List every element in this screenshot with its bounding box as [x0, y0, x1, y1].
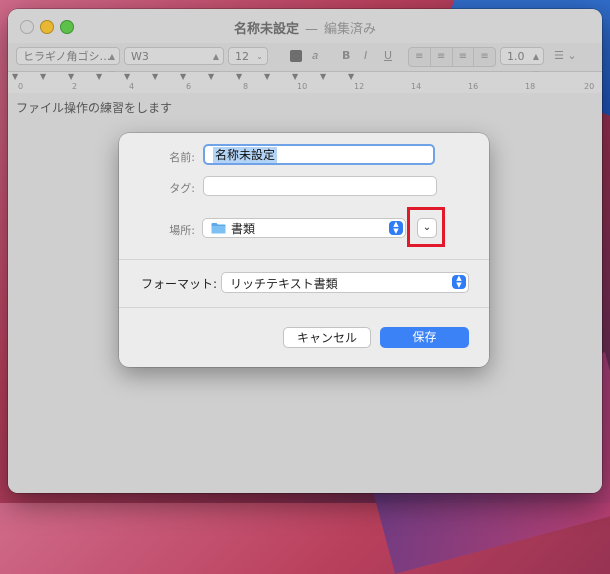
ruler-tab-stop-icon[interactable]: ▼ — [96, 72, 102, 81]
ruler-number: 0 — [18, 82, 24, 91]
divider — [119, 307, 489, 308]
line-spacing-value: 1.0 — [507, 50, 525, 63]
font-size-value: 12 — [235, 50, 249, 63]
bold-button[interactable]: B — [342, 49, 350, 62]
align-justify-icon[interactable]: ≡ — [474, 48, 495, 66]
line-spacing-select[interactable]: 1.0 ▲▼ — [500, 47, 544, 79]
format-value: リッチテキスト書類 — [230, 277, 338, 291]
format-select[interactable]: リッチテキスト書類 ▲ ▼ — [221, 272, 469, 293]
ruler-tab-stop-icon[interactable]: ▼ — [236, 72, 242, 81]
ruler-number: 4 — [129, 82, 135, 91]
ruler-tab-stop-icon[interactable]: ▼ — [180, 72, 186, 81]
ruler-tab-stop-icon[interactable]: ▼ — [320, 72, 326, 81]
align-right-icon[interactable]: ≡ — [453, 48, 475, 66]
save-dialog: 名前: 名称未設定 タグ: 場所: 書類 ▲ ▼ ⌄ フォーマット: リッチテキス… — [119, 133, 489, 367]
ruler-tab-stop-icon[interactable]: ▼ — [40, 72, 46, 81]
ruler-number: 14 — [411, 82, 422, 91]
font-style-value: W3 — [131, 50, 149, 63]
ruler-tab-stop-icon[interactable]: ▼ — [124, 72, 130, 81]
format-label: フォーマット: — [141, 277, 218, 291]
name-input-value: 名称未設定 — [213, 147, 278, 163]
expand-dialog-button[interactable]: ⌄ — [417, 218, 437, 238]
document-name: 名称未設定 — [233, 22, 299, 37]
document-text: ファイル操作の練習をします — [16, 101, 173, 115]
tags-label: タグ: — [169, 182, 195, 195]
font-size-select[interactable]: 12 ⌄ — [228, 47, 268, 65]
cancel-button[interactable]: キャンセル — [283, 327, 371, 348]
ruler-number: 16 — [468, 82, 479, 91]
ruler-number: 10 — [297, 82, 308, 91]
text-color-swatch[interactable] — [290, 50, 302, 62]
title-bar: 名称未設定 — 編集済み — [8, 9, 602, 43]
window-title: 名称未設定 — 編集済み — [8, 18, 602, 37]
chevron-down-icon: ⌄ — [422, 222, 432, 233]
ruler-tab-stop-icon[interactable]: ▼ — [152, 72, 158, 81]
updown-icon: ▲▼ — [452, 275, 466, 289]
location-value: 書類 — [231, 222, 256, 236]
tags-input[interactable] — [203, 176, 437, 196]
highlight-color-icon[interactable]: 𝑎 — [312, 49, 318, 63]
ruler-tab-stop-icon[interactable]: ▼ — [208, 72, 214, 81]
location-label: 場所: — [169, 224, 195, 237]
italic-button[interactable]: I — [364, 49, 367, 62]
folder-icon — [211, 223, 226, 234]
ruler-number: 8 — [243, 82, 249, 91]
ruler-tab-stop-icon[interactable]: ▼ — [68, 72, 74, 81]
location-select[interactable]: 書類 ▲ ▼ — [202, 218, 406, 238]
align-left-icon[interactable]: ≡ — [409, 48, 431, 66]
ruler-number: 18 — [525, 82, 536, 91]
ruler-number: 6 — [186, 82, 192, 91]
divider — [119, 259, 489, 260]
ruler-tab-stop-icon[interactable]: ▼ — [264, 72, 270, 81]
format-toolbar: ヒラギノ角ゴシ… ▲▼ W3 ▲▼ 12 ⌄ 𝑎 B I U ≡ ≡ ≡ ≡ 1… — [8, 43, 602, 79]
updown-icon: ▲▼ — [389, 221, 403, 235]
ruler-tab-stop-icon[interactable]: ▼ — [348, 72, 354, 81]
ruler-tab-stop-icon[interactable]: ▼ — [292, 72, 298, 81]
name-label: 名前: — [169, 151, 195, 164]
align-center-icon[interactable]: ≡ — [431, 48, 453, 66]
chevron-down-icon: ⌄ — [256, 52, 263, 61]
ruler: ▼ ▼ ▼ ▼ ▼ ▼ ▼ ▼ ▼ ▼ ▼ ▼ ▼ 0 2 4 6 8 10 1… — [8, 72, 602, 95]
ruler-number: 12 — [354, 82, 365, 91]
font-style-select[interactable]: W3 ▲▼ — [124, 47, 224, 79]
ruler-number: 2 — [72, 82, 78, 91]
list-bullets-icon[interactable]: ☰ ⌄ — [554, 49, 577, 62]
title-separator: — — [305, 22, 318, 37]
font-family-select[interactable]: ヒラギノ角ゴシ… ▲▼ — [16, 47, 120, 79]
underline-button[interactable]: U — [384, 49, 392, 62]
font-family-value: ヒラギノ角ゴシ… — [23, 50, 111, 63]
save-button[interactable]: 保存 — [380, 327, 469, 348]
edited-state: 編集済み — [324, 22, 377, 37]
ruler-number: 20 — [584, 82, 595, 91]
ruler-tab-stop-icon[interactable]: ▼ — [12, 72, 18, 81]
name-input[interactable]: 名称未設定 — [203, 144, 435, 165]
alignment-segmented-control: ≡ ≡ ≡ ≡ — [408, 47, 496, 67]
